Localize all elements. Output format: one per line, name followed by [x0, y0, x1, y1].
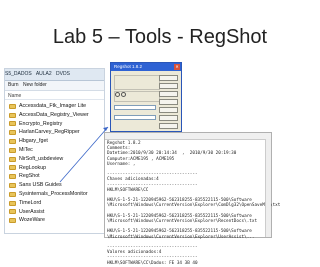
pointer-arrow: [59, 126, 109, 183]
report-line: HKLM\SOFTWARE\CC\Dados: FE 34 3B 40: [107, 260, 198, 266]
